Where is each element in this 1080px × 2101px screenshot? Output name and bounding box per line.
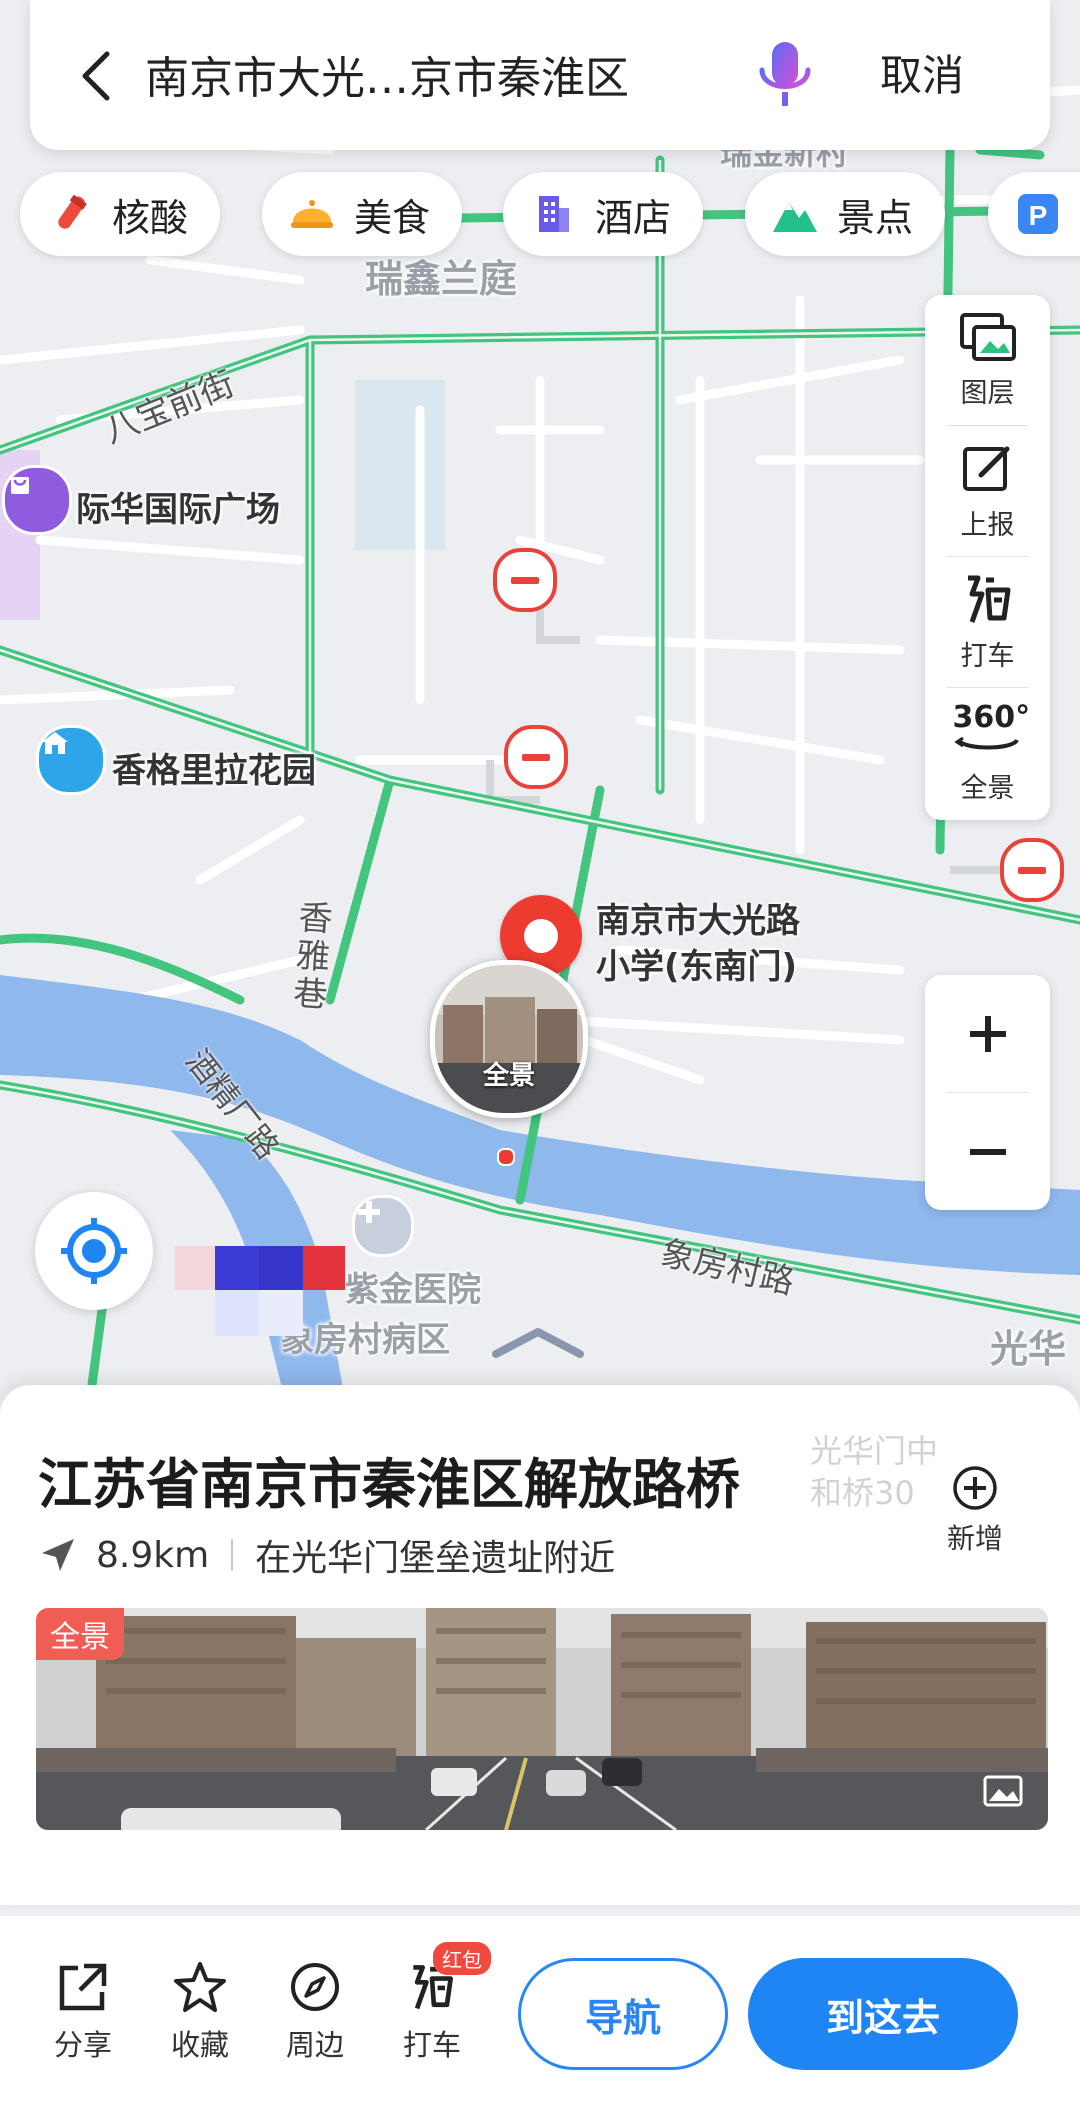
zoom-controls: [925, 975, 1050, 1210]
nearby-landmark-text: 在光华门堡垒遗址附近: [255, 1538, 616, 1579]
share-button[interactable]: 分享: [38, 1960, 128, 2064]
compass-icon: [291, 1963, 339, 2011]
microphone-icon: [759, 42, 811, 106]
report-icon: [962, 446, 1009, 491]
chip-hotel[interactable]: 酒店: [503, 172, 704, 256]
taxi-button[interactable]: 打车: [387, 1960, 477, 2064]
chevron-left-icon: [82, 51, 110, 101]
panorama-photo[interactable]: 全景: [36, 1608, 1048, 1830]
svg-text:P: P: [1029, 200, 1048, 231]
poi-destination-line2: 小学(东南门): [596, 947, 798, 987]
chip-label: 美食: [354, 195, 431, 240]
hotel-icon: [529, 190, 577, 238]
panorama-thumb-label: 全景: [482, 1061, 535, 1091]
add-circle-icon: [953, 1466, 997, 1510]
map-label-ruixin: 瑞鑫兰庭: [365, 257, 518, 301]
nearby-button[interactable]: 周边: [270, 1960, 360, 2064]
gallery-icon[interactable]: [981, 1773, 1029, 1813]
panorama-tag: 全景: [36, 1608, 124, 1660]
faded-map-text: 光华门中 和桥30: [810, 1430, 938, 1514]
chip-scenic[interactable]: 景点: [745, 172, 946, 256]
tool-label: 上报: [960, 509, 1015, 541]
faded-label-gate: 光华门中: [810, 1432, 939, 1470]
no-entry-icon: [504, 725, 568, 789]
tool-taxi[interactable]: 打车: [925, 557, 1050, 687]
back-button[interactable]: [60, 36, 130, 116]
road-label-guanghua: 光华: [990, 1327, 1067, 1371]
panorama-thumbnail[interactable]: 全景: [430, 960, 588, 1118]
add-label: 新增: [946, 1522, 1003, 1555]
navigation-arrow-icon: [42, 1539, 74, 1571]
redacted-block: [175, 1246, 345, 1336]
tool-layers[interactable]: 图层: [925, 295, 1050, 425]
residence-icon[interactable]: [36, 725, 106, 795]
hospital-icon[interactable]: [352, 1195, 414, 1257]
chip-nucleic-test[interactable]: 核酸: [20, 172, 221, 256]
go-here-button[interactable]: 到这去: [748, 1958, 1018, 2070]
search-input[interactable]: 南京市大光…京市秦淮区: [145, 42, 629, 106]
parking-icon: P: [1014, 190, 1062, 238]
poi-jihua[interactable]: 际华国际广场: [76, 482, 280, 531]
chevron-up-icon[interactable]: [488, 1322, 588, 1362]
panorama-360-icon: 360°: [953, 701, 1030, 758]
plus-icon: [969, 1015, 1006, 1052]
location-dot: [497, 1148, 515, 1166]
chip-parking[interactable]: P: [988, 172, 1080, 256]
poi-destination-line1: 南京市大光路: [596, 901, 800, 941]
favorite-label: 收藏: [170, 2028, 229, 2062]
add-button[interactable]: 新增: [940, 1465, 1010, 1557]
star-icon: [174, 1962, 226, 2012]
share-icon: [59, 1963, 107, 2011]
divider: [231, 1539, 234, 1571]
place-title: 江苏省南京市秦淮区解放路桥: [38, 1453, 740, 1516]
zoom-out-button[interactable]: [925, 1093, 1050, 1210]
layers-icon: [959, 312, 1016, 361]
distance-text: 8.9km: [96, 1534, 210, 1576]
tool-label: 打车: [960, 640, 1015, 672]
poi-destination[interactable]: 南京市大光路 小学(东南门): [596, 898, 800, 990]
zoom-in-button[interactable]: [925, 975, 1050, 1092]
chip-label: 核酸: [112, 195, 189, 240]
navigate-button[interactable]: 导航: [518, 1958, 728, 2070]
chip-label: 景点: [837, 195, 914, 240]
place-meta: 8.9km 在光华门堡垒遗址附近: [38, 1530, 615, 1580]
faded-label-bridge: 和桥30: [810, 1474, 915, 1512]
nearby-label: 周边: [285, 2028, 344, 2062]
taxi-label: 打车: [402, 2028, 461, 2062]
tool-report[interactable]: 上报: [925, 426, 1050, 556]
cancel-button[interactable]: 取消: [880, 42, 964, 103]
chip-food[interactable]: 美食: [262, 172, 463, 256]
no-entry-icon: [493, 548, 557, 612]
shopping-bag-icon[interactable]: [2, 465, 72, 535]
crosshair-icon: [61, 1218, 127, 1284]
poi-hospital[interactable]: 紫金医院: [345, 1262, 481, 1311]
poi-shangri[interactable]: 香格里拉花园: [112, 743, 316, 792]
favorite-button[interactable]: 收藏: [155, 1960, 245, 2064]
chip-label: 酒店: [595, 195, 672, 240]
voice-search-button[interactable]: [750, 36, 820, 116]
taxi-icon: [967, 575, 1010, 623]
tool-label: 图层: [960, 377, 1015, 409]
mountain-icon: [771, 190, 819, 238]
food-icon: [288, 190, 336, 238]
share-label: 分享: [53, 2028, 112, 2062]
road-label-xiangya: 香雅巷: [292, 897, 335, 1016]
map-tools-panel: 图层 上报 打车 360° 全景: [925, 295, 1050, 820]
red-packet-badge: 红包: [433, 1942, 491, 1975]
minus-icon: [969, 1148, 1006, 1155]
tool-panorama[interactable]: 360° 全景: [925, 688, 1050, 818]
tool-label: 全景: [960, 772, 1015, 804]
test-tube-icon: [46, 190, 94, 238]
locate-me-button[interactable]: [35, 1192, 153, 1310]
no-entry-icon: [1000, 838, 1064, 902]
